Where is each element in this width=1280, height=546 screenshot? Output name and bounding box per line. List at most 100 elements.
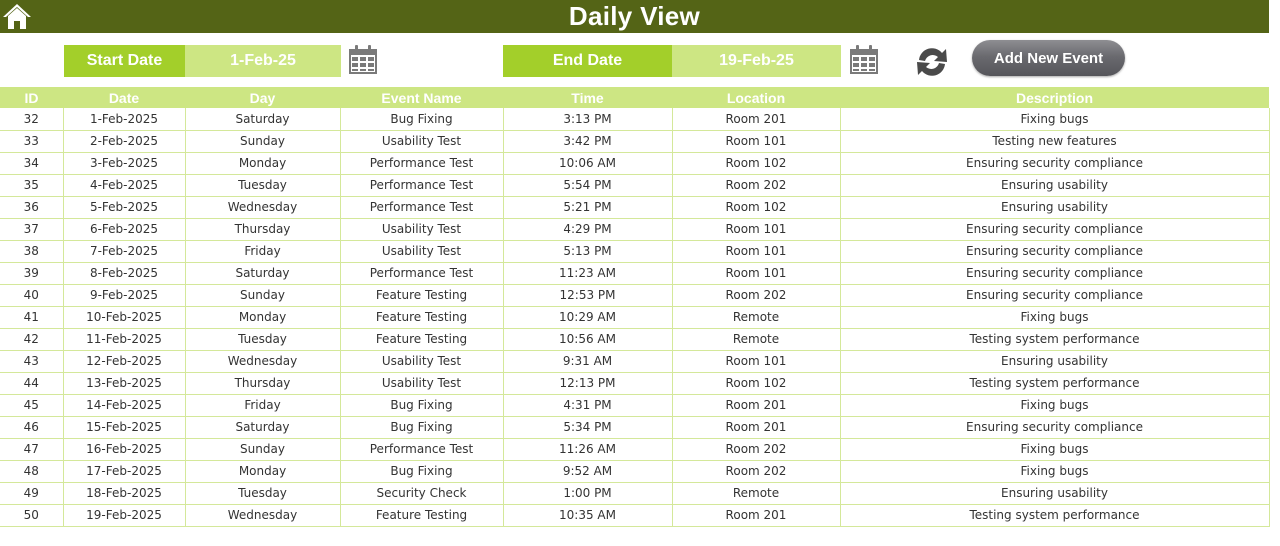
add-new-event-button[interactable]: Add New Event <box>972 40 1125 76</box>
cell-id[interactable]: 33 <box>0 130 64 153</box>
cell-day[interactable]: Friday <box>185 394 341 417</box>
column-header-id[interactable]: ID <box>0 87 63 108</box>
cell-description[interactable]: Ensuring usability <box>840 350 1270 373</box>
cell-date[interactable]: 9-Feb-2025 <box>63 284 186 307</box>
cell-date[interactable]: 13-Feb-2025 <box>63 372 186 395</box>
cell-description[interactable]: Fixing bugs <box>840 394 1270 417</box>
cell-day[interactable]: Wednesday <box>185 196 341 219</box>
cell-day[interactable]: Thursday <box>185 218 341 241</box>
cell-id[interactable]: 32 <box>0 108 64 131</box>
cell-description[interactable]: Ensuring security compliance <box>840 240 1270 263</box>
cell-id[interactable]: 34 <box>0 152 64 175</box>
cell-date[interactable]: 17-Feb-2025 <box>63 460 186 483</box>
cell-time[interactable]: 1:00 PM <box>503 482 673 505</box>
cell-time[interactable]: 11:26 AM <box>503 438 673 461</box>
cell-description[interactable]: Fixing bugs <box>840 306 1270 329</box>
cell-id[interactable]: 44 <box>0 372 64 395</box>
cell-day[interactable]: Monday <box>185 460 341 483</box>
table-row[interactable]: 45 14-Feb-2025 Friday Bug Fixing 4:31 PM Room… <box>0 394 1270 417</box>
cell-description[interactable]: Ensuring usability <box>840 174 1270 197</box>
cell-date[interactable]: 6-Feb-2025 <box>63 218 186 241</box>
cell-time[interactable]: 4:31 PM <box>503 394 673 417</box>
cell-day[interactable]: Sunday <box>185 284 341 307</box>
cell-id[interactable]: 38 <box>0 240 64 263</box>
cell-event-name[interactable]: Usability Test <box>340 372 504 395</box>
cell-location[interactable]: Room 102 <box>672 196 841 219</box>
cell-location[interactable]: Room 101 <box>672 218 841 241</box>
cell-description[interactable]: Ensuring security compliance <box>840 152 1270 175</box>
column-header-time[interactable]: Time <box>503 87 672 108</box>
cell-event-name[interactable]: Performance Test <box>340 438 504 461</box>
cell-id[interactable]: 45 <box>0 394 64 417</box>
cell-location[interactable]: Room 201 <box>672 108 841 131</box>
cell-date[interactable]: 10-Feb-2025 <box>63 306 186 329</box>
cell-event-name[interactable]: Bug Fixing <box>340 394 504 417</box>
cell-day[interactable]: Thursday <box>185 372 341 395</box>
cell-time[interactable]: 5:21 PM <box>503 196 673 219</box>
cell-time[interactable]: 12:53 PM <box>503 284 673 307</box>
refresh-button[interactable] <box>911 43 953 81</box>
table-row[interactable]: 43 12-Feb-2025 Wednesday Usability Test 9:31… <box>0 350 1270 373</box>
cell-day[interactable]: Tuesday <box>185 174 341 197</box>
cell-day[interactable]: Monday <box>185 152 341 175</box>
table-row[interactable]: 34 3-Feb-2025 Monday Performance Test 10:06 … <box>0 152 1270 175</box>
cell-time[interactable]: 9:31 AM <box>503 350 673 373</box>
cell-time[interactable]: 3:42 PM <box>503 130 673 153</box>
cell-event-name[interactable]: Performance Test <box>340 196 504 219</box>
table-row[interactable]: 48 17-Feb-2025 Monday Bug Fixing 9:52 AM Room… <box>0 460 1270 483</box>
cell-day[interactable]: Wednesday <box>185 504 341 527</box>
cell-date[interactable]: 3-Feb-2025 <box>63 152 186 175</box>
cell-time[interactable]: 12:13 PM <box>503 372 673 395</box>
table-row[interactable]: 42 11-Feb-2025 Tuesday Feature Testing 10:56… <box>0 328 1270 351</box>
cell-location[interactable]: Remote <box>672 328 841 351</box>
cell-description[interactable]: Fixing bugs <box>840 460 1270 483</box>
cell-location[interactable]: Remote <box>672 482 841 505</box>
cell-event-name[interactable]: Feature Testing <box>340 306 504 329</box>
cell-date[interactable]: 7-Feb-2025 <box>63 240 186 263</box>
cell-location[interactable]: Room 202 <box>672 460 841 483</box>
cell-day[interactable]: Friday <box>185 240 341 263</box>
column-header-event-name[interactable]: Event Name <box>340 87 503 108</box>
end-date-input[interactable]: 19-Feb-25 <box>672 45 841 77</box>
table-row[interactable]: 37 6-Feb-2025 Thursday Usability Test 4:29 P… <box>0 218 1270 241</box>
cell-event-name[interactable]: Performance Test <box>340 152 504 175</box>
cell-day[interactable]: Saturday <box>185 416 341 439</box>
cell-date[interactable]: 15-Feb-2025 <box>63 416 186 439</box>
cell-location[interactable]: Remote <box>672 306 841 329</box>
cell-time[interactable]: 4:29 PM <box>503 218 673 241</box>
table-row[interactable]: 36 5-Feb-2025 Wednesday Performance Test 5:2… <box>0 196 1270 219</box>
cell-id[interactable]: 39 <box>0 262 64 285</box>
cell-description[interactable]: Testing system performance <box>840 328 1270 351</box>
cell-location[interactable]: Room 102 <box>672 152 841 175</box>
table-row[interactable]: 33 2-Feb-2025 Sunday Usability Test 3:42 PM R… <box>0 130 1270 153</box>
cell-time[interactable]: 10:56 AM <box>503 328 673 351</box>
column-header-date[interactable]: Date <box>63 87 185 108</box>
cell-time[interactable]: 3:13 PM <box>503 108 673 131</box>
cell-time[interactable]: 9:52 AM <box>503 460 673 483</box>
cell-date[interactable]: 18-Feb-2025 <box>63 482 186 505</box>
cell-date[interactable]: 5-Feb-2025 <box>63 196 186 219</box>
cell-id[interactable]: 47 <box>0 438 64 461</box>
table-row[interactable]: 50 19-Feb-2025 Wednesday Feature Testing 10:… <box>0 504 1270 527</box>
cell-day[interactable]: Tuesday <box>185 482 341 505</box>
table-row[interactable]: 35 4-Feb-2025 Tuesday Performance Test 5:54 … <box>0 174 1270 197</box>
cell-description[interactable]: Ensuring security compliance <box>840 284 1270 307</box>
table-row[interactable]: 39 8-Feb-2025 Saturday Performance Test 11:2… <box>0 262 1270 285</box>
end-date-picker-button[interactable] <box>848 44 880 76</box>
cell-id[interactable]: 40 <box>0 284 64 307</box>
cell-event-name[interactable]: Feature Testing <box>340 328 504 351</box>
cell-date[interactable]: 4-Feb-2025 <box>63 174 186 197</box>
cell-location[interactable]: Room 201 <box>672 394 841 417</box>
cell-day[interactable]: Tuesday <box>185 328 341 351</box>
cell-day[interactable]: Sunday <box>185 130 341 153</box>
start-date-picker-button[interactable] <box>347 44 379 76</box>
cell-description[interactable]: Testing system performance <box>840 504 1270 527</box>
cell-time[interactable]: 5:13 PM <box>503 240 673 263</box>
cell-location[interactable]: Room 101 <box>672 262 841 285</box>
table-row[interactable]: 46 15-Feb-2025 Saturday Bug Fixing 5:34 PM Ro… <box>0 416 1270 439</box>
cell-date[interactable]: 12-Feb-2025 <box>63 350 186 373</box>
home-button[interactable] <box>2 2 32 30</box>
table-row[interactable]: 49 18-Feb-2025 Tuesday Security Check 1:00 P… <box>0 482 1270 505</box>
cell-description[interactable]: Ensuring usability <box>840 196 1270 219</box>
cell-event-name[interactable]: Usability Test <box>340 240 504 263</box>
